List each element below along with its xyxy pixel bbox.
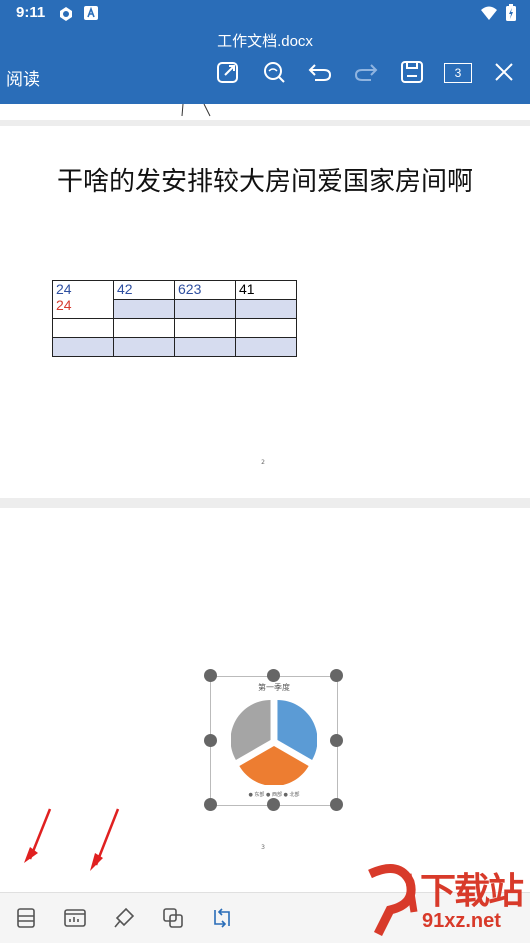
table-cell-text: 24 (56, 281, 72, 297)
read-mode-button[interactable]: 阅读 (6, 65, 40, 90)
search-icon[interactable] (261, 59, 287, 85)
wifi-icon (481, 6, 497, 20)
edit-icon[interactable] (215, 59, 241, 85)
convert-icon[interactable] (210, 906, 234, 930)
page-number: 2 (261, 459, 265, 466)
resize-handle[interactable] (267, 669, 280, 682)
status-time: 9:11 (16, 4, 46, 21)
document-heading: 干啥的发安排较大房间爱国家房间啊 (57, 167, 474, 197)
table-cell: 42 (113, 280, 175, 300)
page-1-fragment (0, 104, 530, 120)
table-cell (235, 318, 297, 338)
layout-icon[interactable] (14, 906, 38, 930)
redo-icon[interactable] (353, 59, 379, 85)
table-cell (113, 318, 175, 338)
table-cell: 24 24 (52, 280, 114, 319)
app-notification-icon (84, 6, 98, 20)
close-icon[interactable] (491, 59, 517, 85)
drawing-fragment (181, 104, 211, 117)
battery-icon (506, 4, 516, 21)
watermark-text: 下载站 (420, 871, 524, 912)
page-2: 干啥的发安排较大房间爱国家房间啊 24 24 42 623 41 2 (0, 126, 530, 498)
table-cell: 41 (235, 280, 297, 300)
table-cell (174, 299, 236, 319)
watermark-url: 91xz.net (422, 910, 501, 932)
table-cell (52, 318, 114, 338)
save-icon[interactable] (399, 59, 425, 85)
chart-object[interactable]: 第一季度 ● 东部 ● 西部 ● 北部 (210, 676, 338, 806)
table-cell (52, 337, 114, 357)
chart-legend: ● 东部 ● 西部 ● 北部 (248, 792, 300, 798)
table-cell: 623 (174, 280, 236, 300)
insert-icon[interactable] (63, 906, 87, 930)
table-cell (113, 337, 175, 357)
table-cell (235, 337, 297, 357)
resize-handle[interactable] (330, 669, 343, 682)
table-cell (174, 318, 236, 338)
annotation-arrows (24, 808, 120, 871)
resize-handle[interactable] (204, 669, 217, 682)
document-title: 工作文档.docx (217, 33, 313, 50)
format-brush-icon[interactable] (112, 906, 136, 930)
page-count-button[interactable]: 3 (444, 63, 472, 83)
chart-title: 第一季度 (258, 683, 290, 692)
table-cell (174, 337, 236, 357)
resize-handle[interactable] (267, 798, 280, 811)
pie-slice-北部 (231, 700, 271, 760)
pie-slice-东部 (277, 700, 317, 760)
document-table: 24 24 42 623 41 (52, 280, 297, 357)
document-toolbar: 工作文档.docx 阅读 3 (0, 26, 530, 104)
table-cell-text: 24 (56, 297, 72, 313)
page-number: 3 (261, 844, 265, 851)
resize-handle[interactable] (204, 798, 217, 811)
sync-icon (60, 7, 72, 21)
logo-mark-icon (368, 864, 418, 936)
resize-handle[interactable] (204, 734, 217, 747)
table-cell (113, 299, 175, 319)
watermark-logo: 下载站 91xz.net (360, 860, 530, 942)
resize-handle[interactable] (330, 734, 343, 747)
resize-handle[interactable] (330, 798, 343, 811)
table-cell (235, 299, 297, 319)
pie-chart (231, 700, 317, 785)
copy-icon[interactable] (161, 906, 185, 930)
undo-icon[interactable] (307, 59, 333, 85)
status-bar: 9:11 (0, 0, 530, 26)
